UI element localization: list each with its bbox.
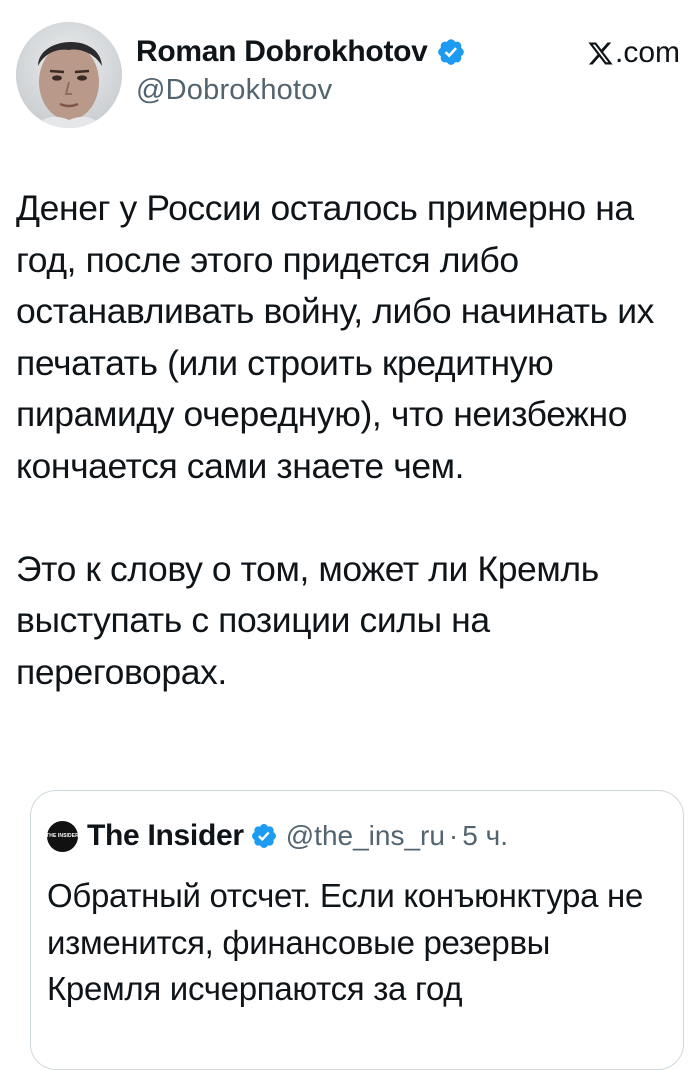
tweet-header: Roman Dobrokhotov @Dobrokhotov .com <box>16 22 684 130</box>
quoted-avatar[interactable]: THE INSIDER <box>46 820 79 852</box>
author-handle[interactable]: @Dobrokhotov <box>136 74 466 107</box>
quoted-timestamp[interactable]: 5 ч. <box>462 820 508 852</box>
separator-dot: · <box>448 820 459 851</box>
quoted-tweet-card[interactable]: THE INSIDER The Insider @the_ins_ru · 5 … <box>30 790 684 1070</box>
x-logo-icon <box>587 40 614 67</box>
tweet-paragraph: Денег у России осталось примерно на год,… <box>16 188 654 486</box>
tweet-paragraph: Это к слову о том, может ли Кремль высту… <box>16 548 599 692</box>
quoted-author-name[interactable]: The Insider <box>87 819 244 853</box>
tweet-text: Денег у России осталось примерно на год,… <box>16 183 684 698</box>
quoted-tweet-header: THE INSIDER The Insider @the_ins_ru · 5 … <box>46 819 508 853</box>
source-label: .com <box>614 36 680 69</box>
verified-badge-icon <box>436 37 466 67</box>
author-name[interactable]: Roman Dobrokhotov <box>136 35 428 69</box>
quoted-tweet-text: Обратный отсчет. Если конъюнктура не изм… <box>47 877 644 1007</box>
source-link[interactable]: .com <box>587 36 680 70</box>
quoted-author-handle[interactable]: @the_ins_ru <box>286 820 445 852</box>
author-block: Roman Dobrokhotov @Dobrokhotov <box>136 34 466 107</box>
avatar[interactable] <box>16 22 122 128</box>
verified-badge-icon <box>250 822 278 850</box>
avatar-photo <box>16 22 122 128</box>
